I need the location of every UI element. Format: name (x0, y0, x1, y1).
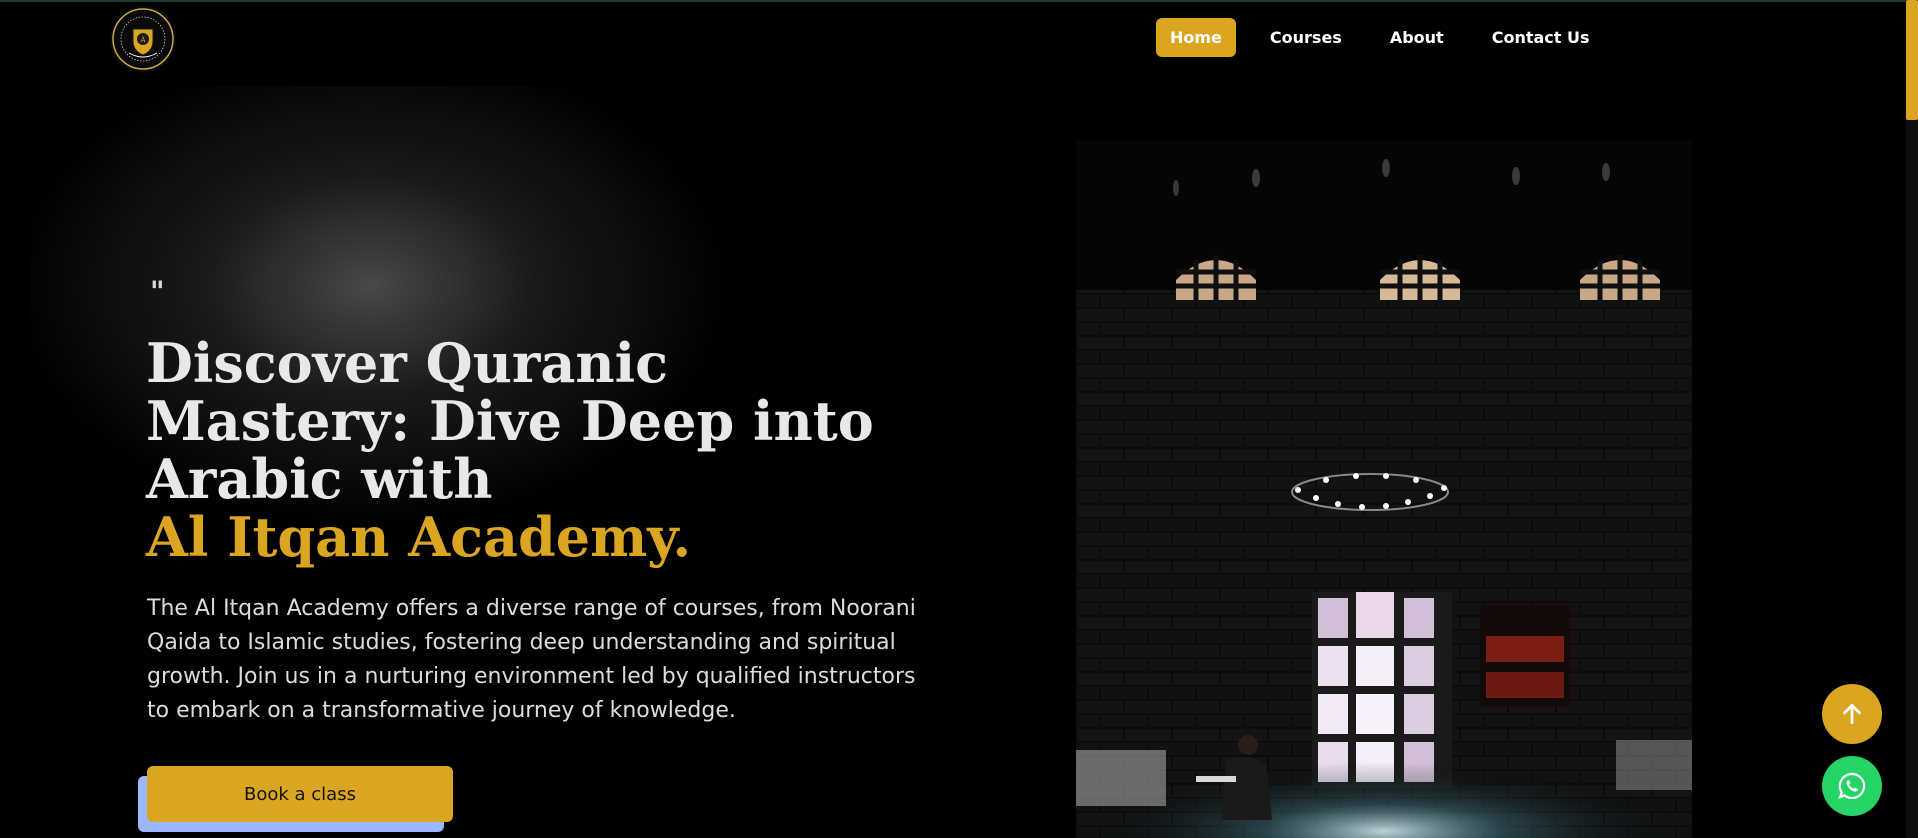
scroll-to-top-button[interactable] (1822, 684, 1882, 744)
scrollbar-thumb[interactable] (1906, 0, 1918, 120)
hero-description: The Al Itqan Academy offers a diverse ra… (147, 596, 916, 723)
svg-text:A: A (139, 36, 146, 44)
main-nav: Home Courses About Contact Us (1156, 18, 1624, 57)
nav-home[interactable]: Home (1156, 18, 1236, 57)
book-class-button[interactable]: Book a class (147, 766, 453, 822)
whatsapp-icon (1838, 772, 1866, 800)
cta-wrapper: Book a class (138, 766, 453, 832)
arrow-up-icon (1843, 703, 1861, 725)
mosque-interior-photo (1076, 140, 1692, 838)
headline-line-2: Mastery: Dive Deep into (146, 389, 874, 453)
page-scrollbar[interactable] (1906, 0, 1918, 838)
whatsapp-button[interactable] (1822, 756, 1882, 816)
headline-line-1: Discover Quranic (146, 331, 669, 395)
nav-courses[interactable]: Courses (1256, 18, 1356, 57)
academy-crest-logo-icon: A (112, 8, 174, 70)
nav-about[interactable]: About (1376, 18, 1458, 57)
headline-line-3: Arabic with (146, 447, 493, 511)
mosque-interior-illustration (1076, 140, 1692, 838)
quote-mark: " (150, 275, 167, 308)
bookshelf (1480, 606, 1570, 706)
top-border (0, 0, 1918, 2)
nav-contact-us[interactable]: Contact Us (1478, 18, 1604, 57)
academy-logo[interactable]: A (110, 6, 176, 72)
headline-accent: Al Itqan Academy. (146, 505, 692, 569)
hero-headline: Discover Quranic Mastery: Dive Deep into… (146, 334, 926, 566)
